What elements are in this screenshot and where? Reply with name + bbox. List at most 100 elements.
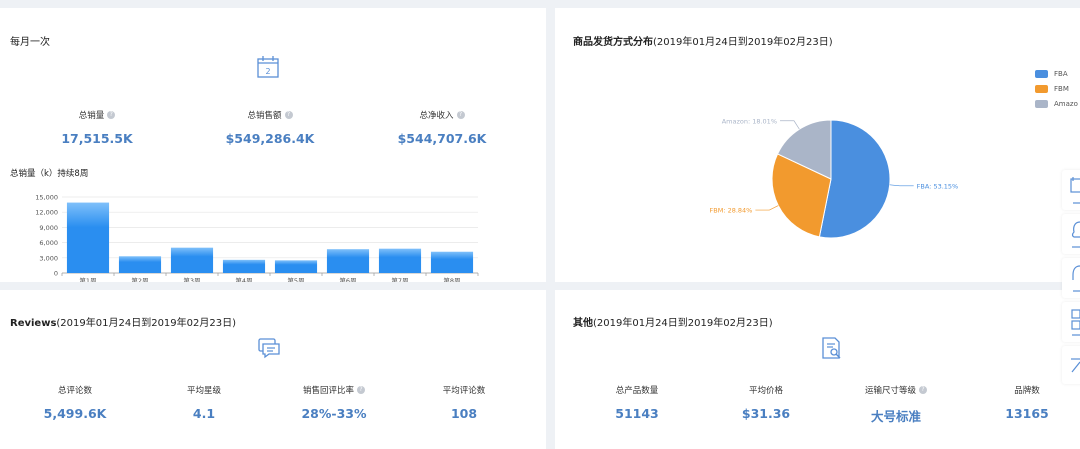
metric-label: 总销量 — [78, 111, 105, 121]
x-tick-label: 第6周 — [339, 276, 356, 282]
help-icon[interactable]: ? — [107, 111, 116, 119]
toolbar-headset-button[interactable] — [1062, 258, 1080, 298]
pie-slice-label: FBM: 28.84% — [710, 207, 753, 215]
y-tick-label: 15,000 — [35, 194, 58, 202]
bar — [430, 251, 474, 273]
fulfillment-pie-chart: FBA: 53.15% FBM: 28.84% Amazon: 18.01% — [710, 117, 959, 239]
legend-item[interactable]: Amazo — [1035, 96, 1078, 111]
metric-value: 28%-33% — [301, 406, 367, 421]
help-icon[interactable]: ? — [357, 386, 365, 394]
x-tick-label: 第1周 — [79, 276, 96, 282]
y-tick-label: 9,000 — [39, 224, 58, 232]
metric-label: 销售回评比率 — [302, 386, 354, 396]
toolbar-calendar-button[interactable] — [1062, 170, 1080, 210]
metric-label: 总销售额 — [247, 111, 282, 121]
bar — [66, 202, 110, 273]
bar — [326, 249, 370, 273]
toolbar-qq-button[interactable] — [1062, 214, 1080, 254]
calendar-icon: 2 — [255, 54, 281, 80]
metric-value: 大号标准 — [870, 409, 921, 424]
help-icon[interactable]: ? — [919, 386, 927, 394]
other-card: 其他(2019年01月24日到2019年02月23日) 总产品数量 51143 … — [555, 290, 1080, 449]
metric-value: 108 — [450, 406, 478, 421]
x-tick-label: 第5周 — [287, 276, 304, 282]
legend-swatch — [1035, 84, 1048, 93]
legend-label: FBA — [1054, 69, 1068, 78]
monthly-title: 每月一次 — [10, 37, 50, 48]
x-tick-label: 第3周 — [183, 276, 200, 282]
bar — [170, 247, 214, 273]
metric-total-revenue: 总销售额? $549,286.4K — [195, 103, 345, 146]
metric-label: 平均评论数 — [442, 386, 486, 396]
document-search-icon — [818, 335, 844, 361]
other-title: 其他(2019年01月24日到2019年02月23日) — [573, 314, 773, 329]
pie-legend: FBA FBM Amazo — [1035, 66, 1078, 111]
arrow-up-icon — [1071, 358, 1080, 373]
metric-value: 51143 — [615, 406, 659, 421]
pie-label-line — [780, 120, 800, 130]
reviews-card: Reviews(2019年01月24日到2019年02月23日) 总评论数 5,… — [0, 290, 546, 449]
bar — [378, 248, 422, 273]
chat-icon — [256, 335, 282, 361]
legend-swatch — [1035, 69, 1048, 78]
metric-total-reviews: 总评论数 5,499.6K — [0, 378, 150, 421]
reviews-title-range: (2019年01月24日到2019年02月23日) — [56, 318, 237, 329]
fulfillment-card: 商品发货方式分布(2019年01月24日到2019年02月23日) FBA: 5… — [555, 8, 1080, 282]
qrcode-icon — [1071, 309, 1080, 336]
metric-average-price: 平均价格 $31.36 — [691, 378, 841, 421]
toolbar-qrcode-button[interactable] — [1062, 302, 1080, 342]
other-title-range: (2019年01月24日到2019年02月23日) — [593, 318, 773, 329]
metric-net-income: 总净收入? $544,707.6K — [367, 103, 517, 146]
weekly-sales-bar-chart: 0 3,000 6,000 9,000 12,000 15,000 第1周 第2周 第3周 第4周… — [35, 194, 479, 282]
x-tick-label: 第8周 — [443, 276, 460, 282]
weekly-sales-subtitle: 总销量（k）持续8周 — [10, 169, 89, 179]
metric-label: 总净收入 — [419, 111, 454, 121]
monthly-card: 每月一次 2 总销量? 17,515.5K 总销售额? $549,286.4K … — [0, 8, 546, 282]
bar — [274, 260, 318, 273]
x-tick-label: 第7周 — [391, 276, 408, 282]
legend-item[interactable]: FBM — [1035, 81, 1078, 96]
metric-label: 平均价格 — [748, 386, 783, 396]
reviews-title: Reviews(2019年01月24日到2019年02月23日) — [10, 314, 236, 329]
y-tick-label: 3,000 — [39, 254, 58, 262]
bar — [118, 256, 162, 273]
metric-shipping-size-tier: 运输尺寸等级? 大号标准 — [821, 378, 971, 425]
metric-label: 运输尺寸等级 — [864, 386, 916, 396]
pie-label-line — [889, 184, 914, 187]
legend-swatch — [1035, 99, 1048, 108]
metric-brand-count: 品牌数 13165 — [952, 378, 1080, 421]
x-tick-label: 第4周 — [235, 276, 252, 282]
bar — [222, 259, 266, 273]
metric-value: 4.1 — [192, 406, 216, 421]
calendar-day-number: 2 — [265, 67, 270, 76]
metric-label: 总产品数量 — [615, 386, 659, 396]
y-tick-label: 6,000 — [39, 239, 58, 247]
metric-total-products: 总产品数量 51143 — [562, 378, 712, 421]
legend-label: FBM — [1054, 84, 1069, 93]
metric-value: $544,707.6K — [397, 131, 487, 146]
pie-slice-label: Amazon: 18.01% — [722, 117, 777, 125]
y-tick-label: 0 — [54, 270, 58, 278]
metric-label: 平均星级 — [186, 386, 221, 396]
metric-value: 13165 — [1005, 406, 1049, 421]
metric-label: 总评论数 — [57, 386, 92, 396]
metric-average-rating: 平均星级 4.1 — [129, 378, 279, 421]
metric-total-sales: 总销量? 17,515.5K — [22, 103, 172, 146]
help-icon[interactable]: ? — [456, 111, 465, 119]
metric-value: 17,515.5K — [61, 131, 133, 146]
reviews-title-main: Reviews — [10, 318, 57, 329]
legend-item[interactable]: FBA — [1035, 66, 1078, 81]
toolbar-back-to-top-button[interactable] — [1062, 346, 1080, 384]
other-title-main: 其他 — [573, 318, 593, 329]
pie-label-line — [755, 205, 779, 211]
pie-slice-label: FBA: 53.15% — [917, 182, 959, 190]
metric-value: 5,499.6K — [43, 406, 107, 421]
metric-value: $549,286.4K — [225, 131, 315, 146]
y-tick-label: 12,000 — [35, 209, 58, 217]
qq-icon — [1071, 221, 1080, 248]
help-icon[interactable]: ? — [284, 111, 293, 119]
legend-label: Amazo — [1054, 99, 1078, 108]
metric-average-reviews: 平均评论数 108 — [389, 378, 539, 421]
metric-value: $31.36 — [741, 406, 791, 421]
metric-review-ratio: 销售回评比率? 28%-33% — [259, 378, 409, 421]
